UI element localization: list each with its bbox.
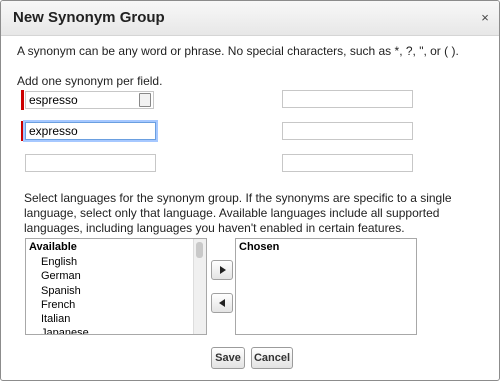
required-marker bbox=[21, 90, 24, 110]
contact-card-icon[interactable] bbox=[139, 93, 151, 107]
chosen-languages-list[interactable]: Chosen bbox=[235, 238, 417, 335]
intro-text: A synonym can be any word or phrase. No … bbox=[17, 44, 459, 58]
language-option[interactable]: French bbox=[41, 299, 75, 311]
language-option[interactable]: Spanish bbox=[41, 285, 81, 297]
add-language-button[interactable] bbox=[211, 260, 233, 280]
languages-description: Select languages for the synonym group. … bbox=[24, 191, 452, 235]
dialog-header: New Synonym Group × bbox=[1, 1, 499, 36]
available-header: Available bbox=[29, 241, 77, 253]
remove-language-button[interactable] bbox=[211, 293, 233, 313]
language-option[interactable]: Japanese bbox=[41, 327, 89, 334]
synonym-field-2[interactable] bbox=[25, 122, 156, 140]
required-marker bbox=[21, 121, 24, 141]
chosen-header: Chosen bbox=[239, 241, 280, 253]
arrow-right-icon bbox=[220, 266, 226, 274]
close-icon[interactable]: × bbox=[475, 8, 495, 28]
language-option[interactable]: English bbox=[41, 256, 77, 268]
synonym-field-4[interactable] bbox=[282, 90, 413, 108]
field-hint: Add one synonym per field. bbox=[17, 74, 163, 88]
synonym-field-3[interactable] bbox=[25, 154, 156, 172]
synonym-field-1[interactable] bbox=[25, 91, 154, 109]
scrollbar-thumb[interactable] bbox=[196, 242, 203, 258]
synonym-field-5[interactable] bbox=[282, 122, 413, 140]
save-button[interactable]: Save bbox=[211, 347, 245, 369]
language-option[interactable]: German bbox=[41, 270, 81, 282]
language-option[interactable]: Italian bbox=[41, 313, 70, 325]
list-scrollbar[interactable] bbox=[193, 239, 206, 334]
dialog-title: New Synonym Group bbox=[13, 9, 165, 26]
new-synonym-group-dialog: New Synonym Group × A synonym can be any… bbox=[0, 0, 500, 381]
synonym-field-6[interactable] bbox=[282, 154, 413, 172]
available-languages-list[interactable]: Available English German Spanish French … bbox=[25, 238, 207, 335]
arrow-left-icon bbox=[219, 299, 225, 307]
cancel-button[interactable]: Cancel bbox=[251, 347, 293, 369]
